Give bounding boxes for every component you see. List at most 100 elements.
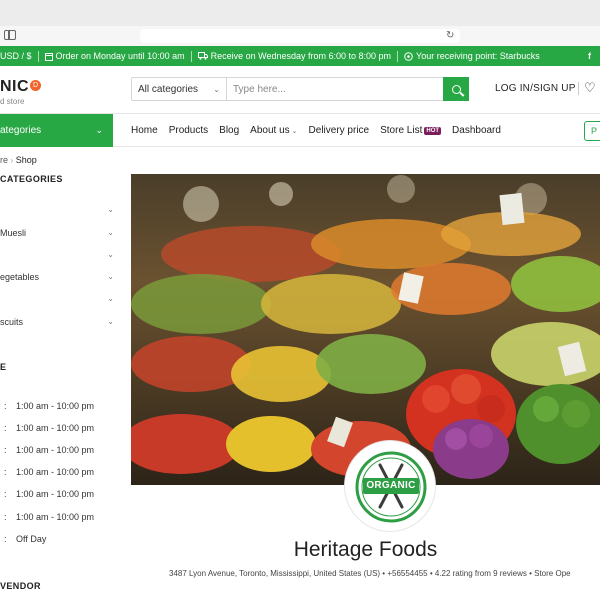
logo-text: NIC bbox=[0, 78, 30, 95]
hours-row: :1:00 am - 10:00 pm bbox=[4, 445, 95, 455]
nav-label: Home bbox=[131, 125, 158, 136]
store-banner-image bbox=[131, 174, 600, 485]
chevron-down-icon[interactable]: ⌄ bbox=[107, 272, 114, 281]
browser-toolbar: ↻ bbox=[0, 26, 600, 46]
nav-label: Store List bbox=[380, 125, 423, 136]
chevron-down-icon[interactable]: ⌄ bbox=[107, 294, 114, 303]
breadcrumb-home[interactable]: re bbox=[0, 155, 8, 165]
category-label: scuits bbox=[0, 317, 24, 327]
hours-row: :1:00 am - 10:00 pm bbox=[4, 489, 95, 499]
categories-title: CATEGORIES bbox=[0, 174, 63, 184]
hours-value: Off Day bbox=[16, 534, 47, 544]
hours-row: :1:00 am - 10:00 pm bbox=[4, 467, 95, 477]
breadcrumb-current: Shop bbox=[15, 155, 37, 165]
store-logo-badge: ORGANIC bbox=[344, 440, 436, 532]
hours-row: :1:00 am - 10:00 pm bbox=[4, 401, 95, 411]
chevron-down-icon: ⌄ bbox=[291, 127, 298, 135]
search-button[interactable] bbox=[443, 77, 469, 101]
receive-text: Receive on Wednesday from 6:00 to 8:00 p… bbox=[210, 51, 392, 61]
chevron-down-icon[interactable]: ⌄ bbox=[107, 205, 114, 214]
hours-row: :1:00 am - 10:00 pm bbox=[4, 512, 95, 522]
currency-label: USD / $ bbox=[0, 51, 32, 61]
category-label: egetables bbox=[0, 272, 40, 282]
hours-row: :1:00 am - 10:00 pm bbox=[4, 423, 95, 433]
store-name: Heritage Foods bbox=[293, 538, 438, 561]
logo-tagline: d store bbox=[0, 97, 25, 106]
nav-link-home[interactable]: Home bbox=[131, 125, 158, 136]
organic-badge-label: ORGANIC bbox=[366, 480, 416, 491]
hours-row: : Off Day bbox=[4, 534, 47, 544]
all-categories-button[interactable]: ategories ⌄ bbox=[0, 114, 113, 147]
search-bar: All categories ⌄ bbox=[131, 77, 469, 101]
truck-icon bbox=[197, 52, 208, 60]
divider bbox=[190, 50, 192, 62]
breadcrumb-separator: › bbox=[10, 156, 14, 165]
breadcrumb: re › Shop bbox=[0, 155, 37, 165]
divider bbox=[397, 50, 399, 62]
nav-link-store-list[interactable]: Store List HOT bbox=[380, 125, 442, 136]
category-item[interactable]: scuits ⌄ bbox=[0, 317, 118, 329]
search-icon bbox=[451, 84, 461, 94]
chevron-down-icon[interactable]: ⌄ bbox=[107, 228, 114, 237]
divider bbox=[578, 82, 579, 95]
facebook-icon[interactable]: f bbox=[588, 51, 591, 61]
order-text: Order on Monday until 10:00 am bbox=[55, 51, 185, 61]
vendor-title: VENDOR bbox=[0, 581, 41, 591]
category-label: Muesli bbox=[0, 228, 27, 238]
category-item[interactable]: ⌄ bbox=[0, 294, 118, 306]
hours-value: 1:00 am - 10:00 pm bbox=[16, 445, 95, 455]
chevron-down-icon: ⌄ bbox=[213, 84, 220, 94]
receiving-point: Your receiving point: Starbucks bbox=[404, 51, 540, 61]
category-select-label: All categories bbox=[138, 83, 199, 95]
hours-value: 1:00 am - 10:00 pm bbox=[16, 489, 95, 499]
chevron-down-icon: ⌄ bbox=[95, 125, 103, 135]
nav-link-dashboard[interactable]: Dashboard bbox=[452, 125, 501, 136]
store-hours-title: E bbox=[0, 362, 7, 372]
left-sidebar: re › Shop CATEGORIES ⌄ Muesli ⌄ ⌄ egetabl… bbox=[0, 148, 120, 600]
login-signup-link[interactable]: LOG IN/SIGN UP bbox=[495, 83, 576, 94]
search-input[interactable] bbox=[227, 78, 443, 100]
header-cta-button[interactable]: P bbox=[584, 121, 600, 141]
produce-market-photo bbox=[131, 174, 600, 485]
calendar-icon bbox=[44, 52, 53, 61]
nav-label: Delivery price bbox=[308, 125, 370, 136]
category-item[interactable]: egetables ⌄ bbox=[0, 272, 118, 284]
site-header: NICD d store All categories ⌄ LOG IN/SIG… bbox=[0, 66, 600, 112]
hours-value: 1:00 am - 10:00 pm bbox=[16, 467, 95, 477]
address-bar[interactable] bbox=[140, 29, 460, 43]
site-logo[interactable]: NIC D d store bbox=[0, 78, 42, 106]
category-item[interactable]: ⌄ bbox=[0, 250, 118, 262]
divider bbox=[37, 50, 39, 62]
reload-icon[interactable]: ↻ bbox=[446, 30, 454, 42]
browser-chrome: ↻ bbox=[0, 0, 600, 46]
nav-label: About us bbox=[250, 125, 290, 136]
category-item[interactable]: ⌄ bbox=[0, 205, 118, 217]
nav-links: Home Products Blog About us ⌄ Delivery pr… bbox=[131, 114, 512, 147]
top-info-bar: USD / $ Order on Monday until 10:00 am R… bbox=[0, 46, 600, 66]
logo-badge: D bbox=[30, 80, 42, 91]
heart-icon[interactable]: ♡ bbox=[584, 80, 596, 96]
nav-link-products[interactable]: Products bbox=[169, 125, 208, 136]
chevron-down-icon[interactable]: ⌄ bbox=[107, 317, 114, 326]
location-icon bbox=[404, 51, 413, 61]
receiving-point-text: Your receiving point: Starbucks bbox=[416, 51, 540, 61]
nav-label: Blog bbox=[219, 125, 240, 136]
hot-badge: HOT bbox=[424, 126, 442, 135]
category-select[interactable]: All categories ⌄ bbox=[132, 78, 227, 100]
order-info: Order on Monday until 10:00 am bbox=[44, 51, 185, 61]
hours-value: 1:00 am - 10:00 pm bbox=[16, 401, 95, 411]
hours-value: 1:00 am - 10:00 pm bbox=[16, 423, 95, 433]
category-item[interactable]: Muesli ⌄ bbox=[0, 228, 118, 240]
nav-link-blog[interactable]: Blog bbox=[219, 125, 239, 136]
nav-label: Dashboard bbox=[452, 125, 501, 136]
all-categories-label: ategories bbox=[0, 125, 42, 136]
nav-link-delivery-price[interactable]: Delivery price bbox=[309, 125, 370, 136]
nav-link-about-us[interactable]: About us ⌄ bbox=[250, 125, 297, 136]
nav-label: Products bbox=[168, 125, 209, 136]
receive-info: Receive on Wednesday from 6:00 to 8:00 p… bbox=[197, 51, 392, 61]
sidebar-toggle-icon[interactable] bbox=[4, 30, 16, 40]
hours-value: 1:00 am - 10:00 pm bbox=[16, 512, 95, 522]
currency-selector[interactable]: USD / $ bbox=[0, 51, 32, 61]
main-navigation: ategories ⌄ Home Products Blog About us ⌄… bbox=[0, 113, 600, 147]
chevron-down-icon[interactable]: ⌄ bbox=[107, 250, 114, 259]
